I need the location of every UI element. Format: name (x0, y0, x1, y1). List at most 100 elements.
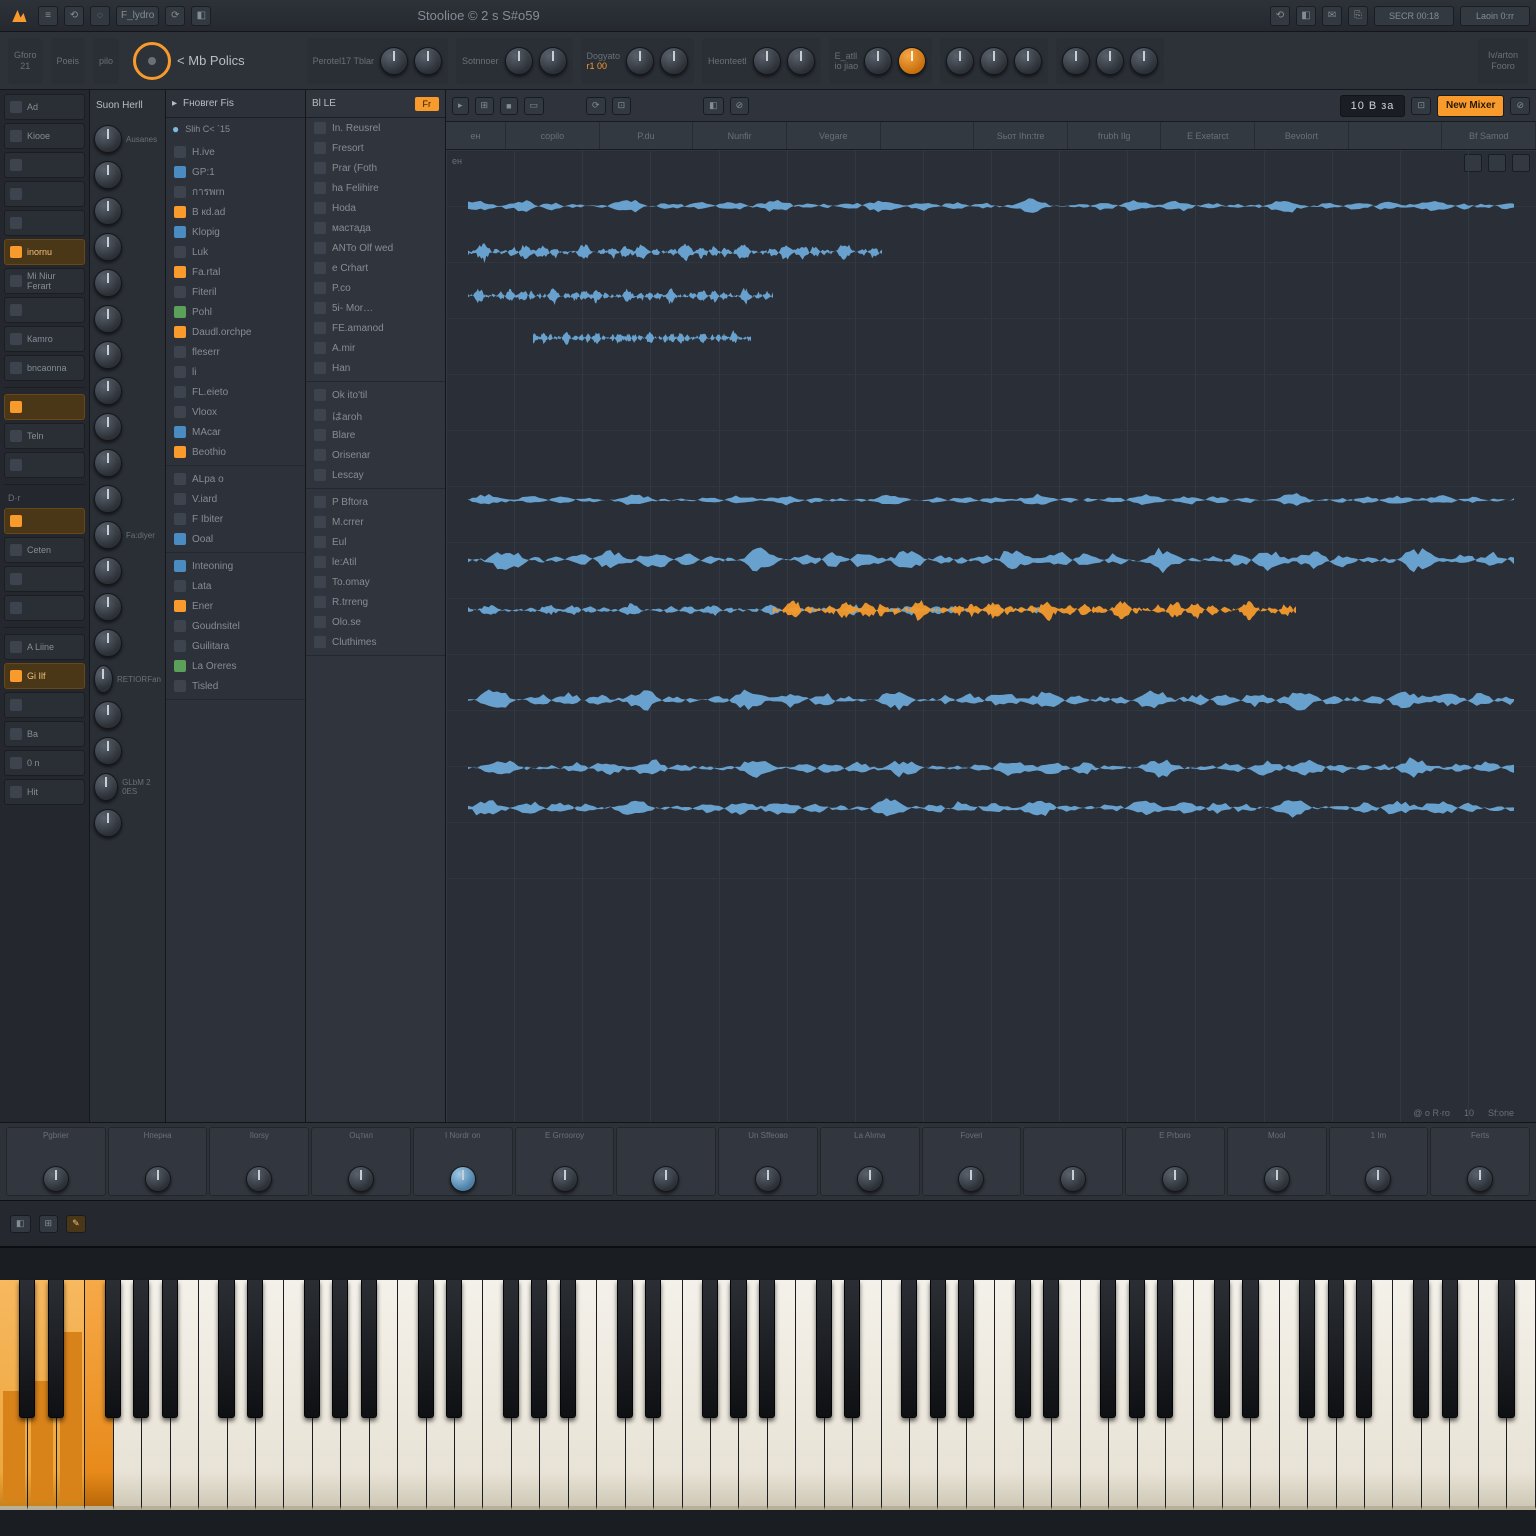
mixer-channel[interactable]: Ilorsy (209, 1127, 309, 1196)
mixer-knob[interactable] (348, 1166, 374, 1192)
piano-white-key[interactable] (768, 1280, 796, 1510)
channel-knob[interactable] (94, 197, 122, 225)
mixer-knob[interactable] (1162, 1166, 1188, 1192)
channel-knob[interactable] (94, 341, 122, 369)
ts7-knob-1[interactable] (1062, 47, 1090, 75)
ts2-knob-2[interactable] (539, 47, 567, 75)
piano-white-key[interactable] (995, 1280, 1023, 1510)
piano-white-key[interactable] (967, 1280, 995, 1510)
piano-white-key[interactable] (1479, 1280, 1507, 1510)
browser-item[interactable]: M.crrer (306, 512, 445, 532)
mixer-knob[interactable] (43, 1166, 69, 1192)
titlebar-right-4[interactable]: ⎘ (1348, 6, 1368, 26)
corner-tool-2[interactable] (1488, 154, 1506, 172)
mixer-knob[interactable] (450, 1166, 476, 1192)
piano-white-key[interactable] (910, 1280, 938, 1510)
browser-item[interactable]: le:Atil (306, 552, 445, 572)
piano-white-key[interactable] (1081, 1280, 1109, 1510)
rail-item[interactable]: Gi Ilf (4, 663, 85, 689)
mixer-knob[interactable] (1365, 1166, 1391, 1192)
titlebar-btn-5[interactable]: ⟳ (165, 6, 185, 26)
audio-clip[interactable] (468, 470, 1514, 530)
rail-item[interactable] (4, 181, 85, 207)
piano-white-key[interactable] (455, 1280, 483, 1510)
rail-item[interactable]: Mi Niur Ferart (4, 268, 85, 294)
render-button[interactable]: New Mixer (1437, 95, 1504, 117)
channel-knob[interactable] (94, 665, 113, 693)
rail-item[interactable]: A Liine (4, 634, 85, 660)
browser-item[interactable]: はaroh (306, 405, 445, 425)
browser-item[interactable]: Guilitara (166, 636, 305, 656)
browser-item[interactable]: H.ive (166, 142, 305, 162)
mixer-channel[interactable]: Mool (1227, 1127, 1327, 1196)
piano-white-key[interactable] (1223, 1280, 1251, 1510)
piano-white-key[interactable] (1024, 1280, 1052, 1510)
mixer-knob[interactable] (653, 1166, 679, 1192)
piano-white-key[interactable] (796, 1280, 824, 1510)
ts5-knob-2[interactable] (898, 47, 926, 75)
browser-item[interactable]: A.mir (306, 338, 445, 358)
browser-item[interactable]: La Oreres (166, 656, 305, 676)
piano-white-key[interactable] (1507, 1280, 1535, 1510)
titlebar-btn-3[interactable]: ◌ (90, 6, 110, 26)
corner-tool-1[interactable] (1464, 154, 1482, 172)
ts2-knob-1[interactable] (505, 47, 533, 75)
ts4-knob-1[interactable] (753, 47, 781, 75)
channel-knob[interactable] (94, 557, 122, 585)
pt-btn-2[interactable]: ⊞ (475, 97, 495, 115)
titlebar-btn-2[interactable]: ⟲ (64, 6, 84, 26)
titlebar-file[interactable]: F_lydro (116, 6, 159, 26)
piano-white-key[interactable] (199, 1280, 227, 1510)
channel-knob[interactable] (94, 161, 122, 189)
browser-item[interactable]: мастадa (306, 218, 445, 238)
browser-item[interactable]: Fresort (306, 138, 445, 158)
rail-item[interactable] (4, 508, 85, 534)
ts7-knob-2[interactable] (1096, 47, 1124, 75)
rail-item[interactable] (4, 297, 85, 323)
channel-knob[interactable] (94, 701, 122, 729)
browser-item[interactable]: Hoda (306, 198, 445, 218)
piano-white-key[interactable] (1109, 1280, 1137, 1510)
mixer-knob[interactable] (1467, 1166, 1493, 1192)
browser-item[interactable]: Goudnsitel (166, 616, 305, 636)
channel-knob[interactable] (94, 449, 122, 477)
rail-item[interactable] (4, 595, 85, 621)
mixer-channel[interactable]: La Alıma (820, 1127, 920, 1196)
browser-item[interactable]: Orisenar (306, 445, 445, 465)
channel-knob[interactable] (94, 809, 122, 837)
rail-item[interactable] (4, 210, 85, 236)
ts3-knob-1[interactable] (626, 47, 654, 75)
rail-item[interactable]: Hit (4, 779, 85, 805)
channel-knob[interactable] (94, 629, 122, 657)
rail-item[interactable] (4, 152, 85, 178)
rail-item[interactable]: Ad (4, 94, 85, 120)
mixer-channel[interactable]: Ferts (1430, 1127, 1530, 1196)
ts1-knob-1[interactable] (380, 47, 408, 75)
browser-item[interactable]: Daudl.orchpe (166, 322, 305, 342)
mixer-channel[interactable]: Un Sffeово (718, 1127, 818, 1196)
piano-white-key[interactable] (85, 1280, 113, 1510)
browser-item[interactable]: To.omay (306, 572, 445, 592)
mixer-knob[interactable] (1060, 1166, 1086, 1192)
audio-clip[interactable] (773, 580, 1296, 640)
piano-white-key[interactable] (597, 1280, 625, 1510)
mixer-knob[interactable] (145, 1166, 171, 1192)
rail-item[interactable] (4, 452, 85, 478)
pt-extra-2[interactable]: ⊘ (1510, 97, 1530, 115)
track-header-cell[interactable]: frubh Ilg (1068, 122, 1162, 149)
piano-white-key[interactable] (114, 1280, 142, 1510)
piano-white-key[interactable] (1194, 1280, 1222, 1510)
mixer-knob[interactable] (246, 1166, 272, 1192)
audio-clip[interactable] (468, 778, 1514, 838)
mixer-channel[interactable]: I Nordr on (413, 1127, 513, 1196)
piano-white-key[interactable] (28, 1280, 56, 1510)
pt-btn-7[interactable]: ◧ (703, 97, 724, 115)
ts6-knob-3[interactable] (1014, 47, 1042, 75)
browser-item[interactable]: In. Reusrel (306, 118, 445, 138)
browser-item[interactable]: Blare (306, 425, 445, 445)
browser-item[interactable]: ha Felihire (306, 178, 445, 198)
track-header-cell[interactable] (1349, 122, 1443, 149)
piano-white-key[interactable] (1308, 1280, 1336, 1510)
browser-item[interactable]: P.co (306, 278, 445, 298)
browser-item[interactable]: Vlооx (166, 402, 305, 422)
